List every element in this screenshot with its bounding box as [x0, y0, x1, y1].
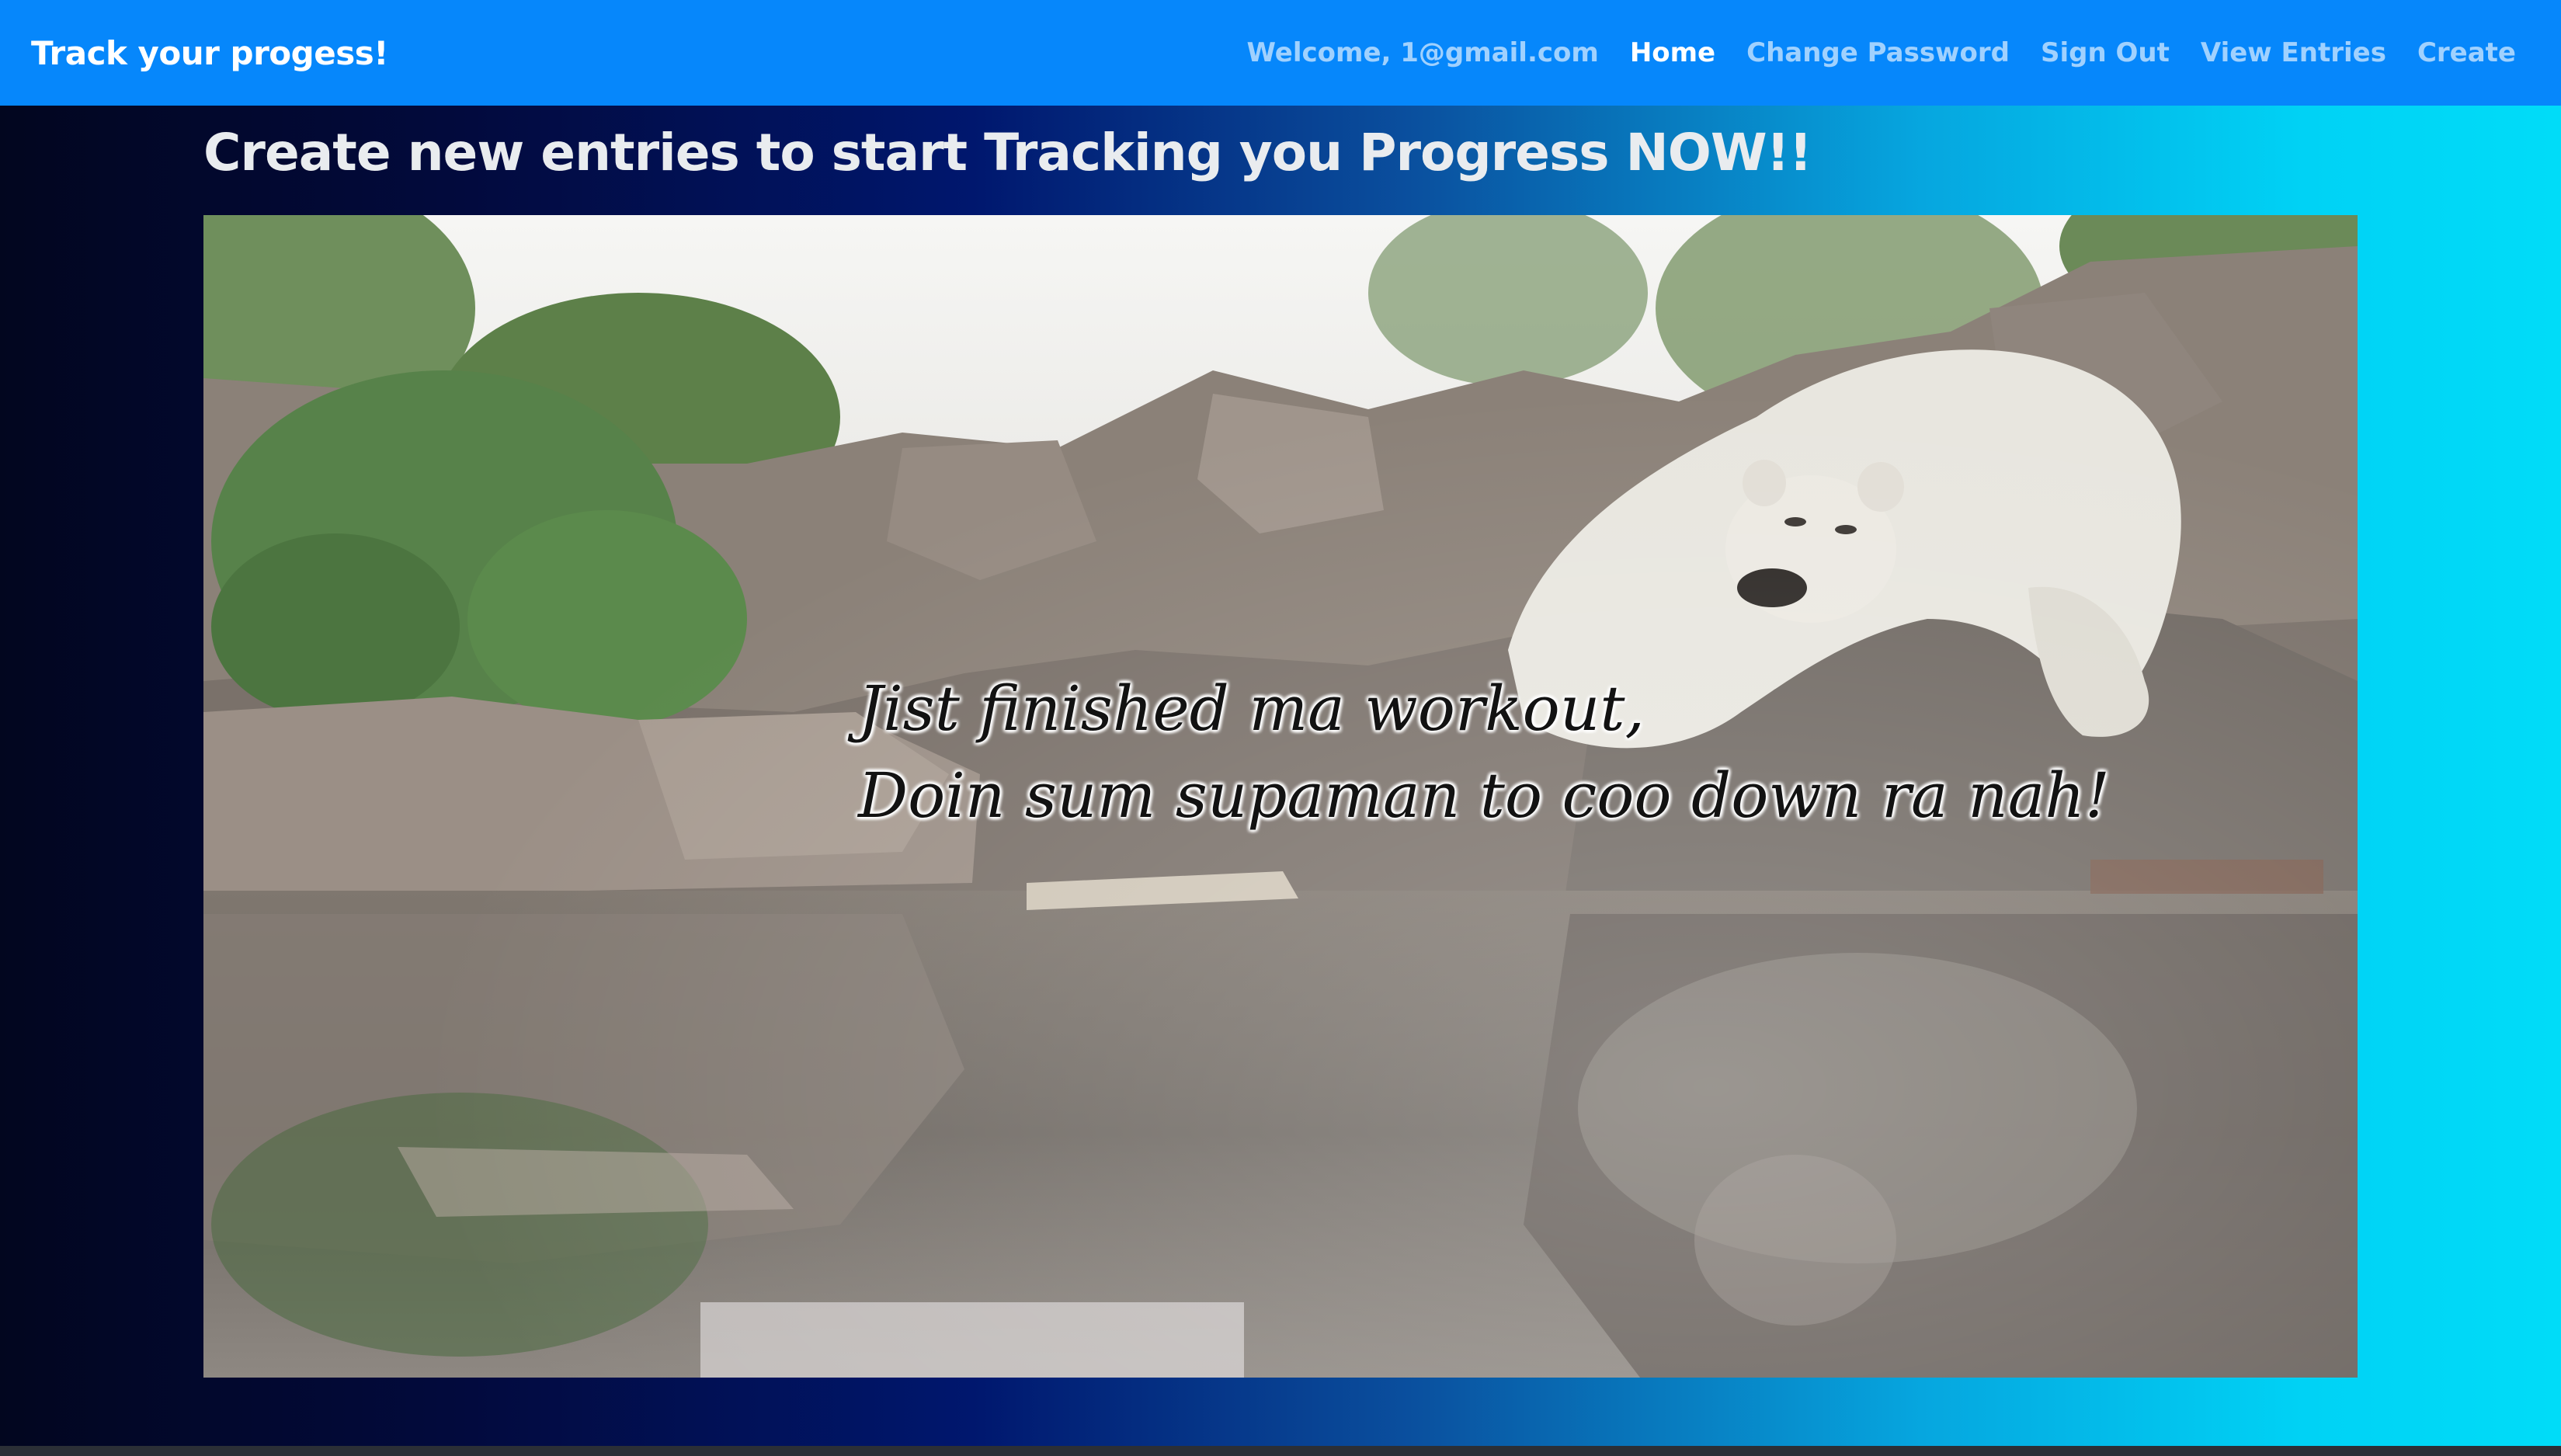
- nav-sign-out-link[interactable]: Sign Out: [2041, 37, 2170, 68]
- nav-links: Welcome, 1@gmail.com Home Change Passwor…: [1247, 37, 2530, 68]
- meme-caption: Jist finished ma workout, Doin sum supam…: [858, 665, 2110, 839]
- brand-link[interactable]: Track your progess!: [31, 34, 388, 72]
- nav-home-link[interactable]: Home: [1630, 37, 1715, 68]
- hero-image: Jist finished ma workout, Doin sum supam…: [203, 215, 2358, 1378]
- top-navbar: Track your progess! Welcome, 1@gmail.com…: [0, 0, 2561, 106]
- nav-view-entries-link[interactable]: View Entries: [2201, 37, 2386, 68]
- caption-line-2: Doin sum supaman to coo down ra nah!: [858, 759, 2111, 832]
- bottom-edge: [0, 1446, 2561, 1456]
- nav-create-link[interactable]: Create: [2417, 37, 2516, 68]
- nav-change-password-link[interactable]: Change Password: [1746, 37, 2010, 68]
- welcome-text: Welcome, 1@gmail.com: [1246, 37, 1599, 68]
- page-headline: Create new entries to start Tracking you…: [203, 123, 1812, 182]
- caption-line-1: Jist finished ma workout,: [858, 672, 1645, 745]
